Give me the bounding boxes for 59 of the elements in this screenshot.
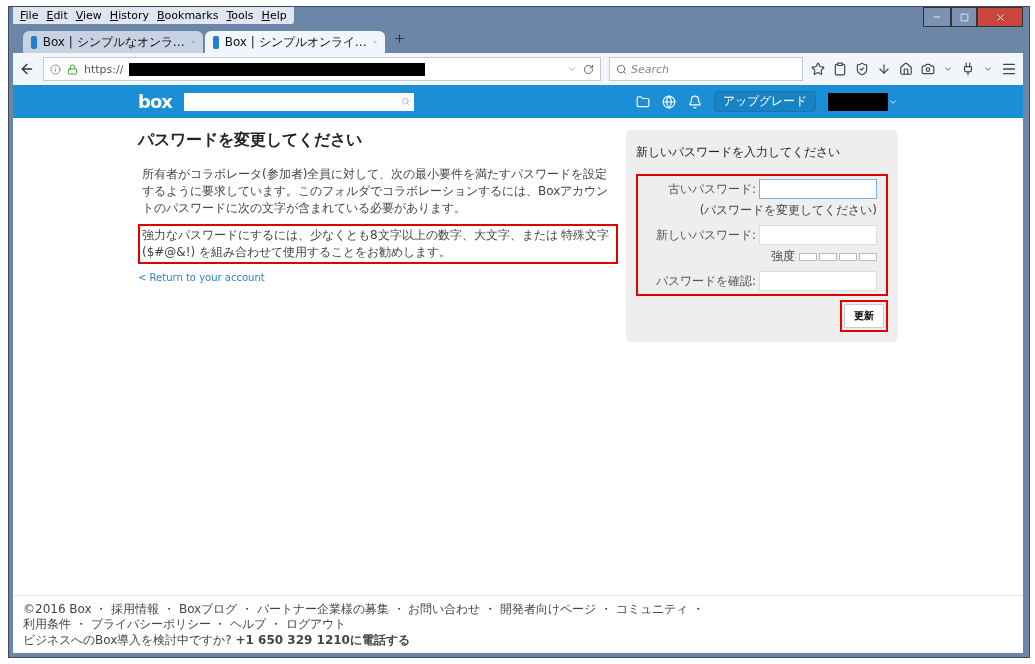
page-title: パスワードを変更してください [138,130,363,151]
card-title: 新しいパスワードを入力してください [636,144,841,161]
return-link[interactable]: < Return to your account [138,272,618,283]
info-icon [50,63,61,75]
search-field[interactable]: Search [609,57,803,81]
browser-tab[interactable]: Box | シンプルオンライ… [205,31,385,53]
search-icon [400,97,410,106]
menu-item[interactable]: Bookmarks [154,9,222,22]
menu-item[interactable]: Tools [223,9,257,22]
folder-icon[interactable] [636,94,650,109]
strength-label: 強度 [771,248,795,265]
camera-icon[interactable] [921,62,935,76]
download-icon[interactable] [877,62,891,76]
update-button[interactable]: 更新 [844,304,884,328]
footer-links: ©2016 Box ・ 採用情報 ・ Boxブログ ・ パートナー企業様の募集 ・ お問い合わせ ・ 開発者向けページ ・ コミュニティ ・ [23,602,704,617]
favicon-icon [213,35,219,49]
url-text: https:// [84,62,124,76]
new-tab-icon[interactable] [393,32,406,45]
menu-item[interactable]: History [106,9,152,22]
menu-icon[interactable] [1001,61,1017,77]
maximize-button[interactable] [951,7,977,27]
dropdown-icon[interactable] [567,64,577,74]
close-icon[interactable] [994,11,1006,23]
lock-icon [67,63,78,75]
search-icon [616,63,627,75]
field-hint: (パスワードを変更してください) [699,202,877,219]
minimize-button[interactable] [923,7,951,27]
paragraph: 所有者がコラボレータ(参加者)全員に対して、次の最小要件を満たすパスワードを設定するように要求しています。このフォルダでコラボレーションするには、Boxアカウントのパスワードに次の文字が含まれている必要があります。 [141,166,610,217]
menu-item[interactable]: Help [258,9,290,22]
password-field[interactable] [759,225,877,245]
search-field[interactable] [183,92,414,111]
browser-tab[interactable]: Box | シンプルなオンラ… [23,31,203,53]
menu-item[interactable]: File [17,9,42,22]
field-label: 古いパスワード: [666,180,756,198]
paragraph: 強力なパスワードにするには、少なくとも8文字以上の数字、大文字、または 特殊文字 ($#@&!) を組み合わせて使用することをお勧めします。 [138,224,618,264]
field-label: 新しいパスワード: [654,226,756,244]
globe-icon[interactable] [662,94,676,109]
dropdown-icon[interactable] [943,64,953,74]
footer-links: 利用条件 ・ プライバシーポリシー ・ ヘルプ ・ ログアウト [23,617,347,632]
password-field[interactable] [759,271,877,291]
plug-icon[interactable] [961,62,975,76]
back-icon[interactable] [19,61,35,77]
box-logo[interactable]: box [138,91,172,112]
home-icon[interactable] [899,62,913,76]
menu-item[interactable]: View [72,9,105,22]
reload-icon[interactable] [583,63,594,75]
address-bar[interactable]: https:// [43,57,601,81]
star-icon[interactable] [811,62,825,76]
clipboard-icon[interactable] [833,62,847,76]
bell-icon[interactable] [688,94,702,109]
redacted-bar [828,92,888,111]
menu-item[interactable]: Edit [43,9,71,22]
field-label: パスワードを確認: [654,272,756,290]
password-field[interactable] [759,179,877,199]
favicon-icon [31,35,37,49]
shield-icon[interactable] [855,62,869,76]
upgrade-button[interactable]: アップグレード [714,91,816,112]
dropdown-icon[interactable] [983,64,993,74]
contact-text: ビジネスへのBox導入を検討中ですか? +1 650 329 1210に電話する [23,632,410,649]
